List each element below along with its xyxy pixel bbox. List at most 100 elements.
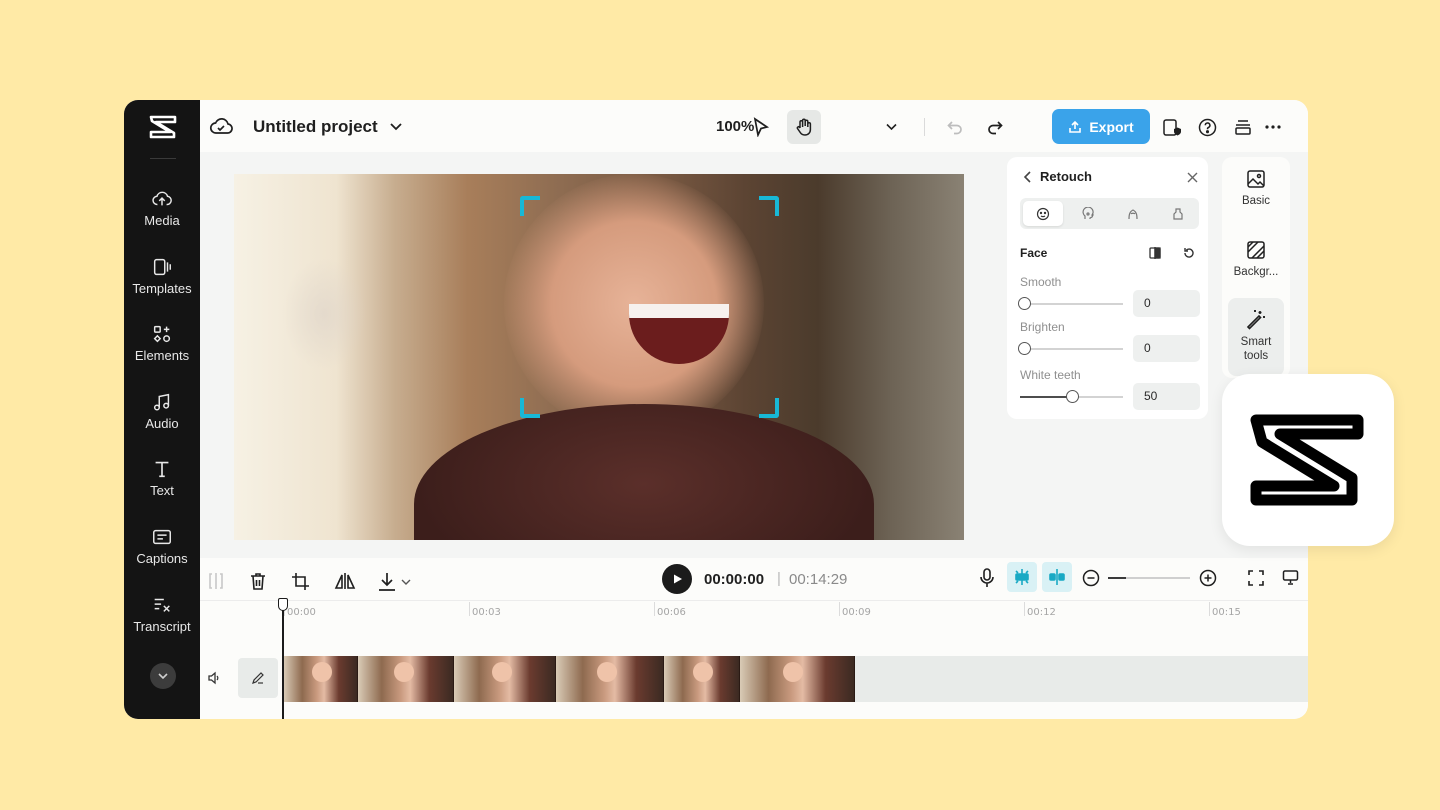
cursor-icon bbox=[753, 117, 770, 137]
ruler-tick bbox=[654, 602, 655, 616]
capcut-logo-card bbox=[1222, 374, 1394, 546]
compare-button[interactable] bbox=[1147, 245, 1163, 261]
music-note-icon bbox=[153, 393, 170, 411]
hand-tool-button[interactable] bbox=[787, 110, 821, 144]
tab-body[interactable] bbox=[1158, 201, 1198, 226]
fit-timeline-button[interactable] bbox=[1246, 568, 1266, 588]
zoom-in-icon bbox=[1199, 569, 1217, 587]
sidebar-item-label: Text bbox=[150, 483, 174, 498]
slider-fill bbox=[1020, 396, 1072, 398]
templates-icon bbox=[153, 258, 171, 276]
slider-knob[interactable] bbox=[1018, 342, 1031, 355]
sidebar-item-elements[interactable]: Elements bbox=[124, 323, 200, 379]
zoom-out-button[interactable] bbox=[1081, 568, 1101, 588]
microphone-icon bbox=[980, 568, 994, 587]
captions-icon bbox=[153, 529, 171, 545]
project-title[interactable]: Untitled project bbox=[253, 117, 378, 137]
sidebar-item-audio[interactable]: Audio bbox=[124, 391, 200, 447]
tool-smart-tools[interactable]: Smart tools bbox=[1228, 298, 1284, 376]
clip-thumbnail bbox=[664, 656, 740, 702]
playhead-handle[interactable] bbox=[278, 598, 288, 611]
brighten-label: Brighten bbox=[1020, 320, 1065, 334]
playhead[interactable] bbox=[282, 600, 284, 719]
cloud-icon bbox=[209, 118, 233, 134]
head-outline-icon bbox=[1128, 208, 1138, 219]
sidebar-item-text[interactable]: Text bbox=[124, 458, 200, 514]
slider-knob[interactable] bbox=[1018, 297, 1031, 310]
flip-button[interactable] bbox=[334, 571, 356, 591]
brighten-value[interactable]: 0 bbox=[1133, 335, 1200, 362]
tab-face[interactable] bbox=[1023, 201, 1063, 226]
tab-reshape[interactable] bbox=[1068, 201, 1108, 226]
snap-icon bbox=[1015, 569, 1029, 585]
timeline-zoom-slider[interactable] bbox=[1108, 577, 1190, 579]
clip-thumbnail bbox=[284, 656, 358, 702]
white-teeth-value[interactable]: 50 bbox=[1133, 383, 1200, 410]
capcut-logo-icon[interactable] bbox=[148, 114, 178, 140]
record-voice-button[interactable] bbox=[977, 567, 997, 589]
zoom-level[interactable]: 100% bbox=[716, 118, 754, 135]
export-button[interactable]: Export bbox=[1052, 109, 1150, 144]
smooth-value[interactable]: 0 bbox=[1133, 290, 1200, 317]
preview-sweater bbox=[414, 404, 874, 540]
auto-align-button[interactable] bbox=[1042, 562, 1072, 592]
sidebar-item-captions[interactable]: Captions bbox=[124, 526, 200, 582]
smooth-slider[interactable] bbox=[1018, 297, 1123, 310]
export-label: Export bbox=[1089, 118, 1134, 135]
sidebar-more-button[interactable] bbox=[150, 663, 176, 689]
zoom-menu-button[interactable] bbox=[884, 119, 898, 133]
face-focus-corner-bottom-left bbox=[520, 398, 540, 418]
tool-background[interactable]: Backgr... bbox=[1228, 240, 1284, 290]
download-button[interactable] bbox=[375, 571, 415, 593]
help-icon bbox=[1198, 118, 1216, 136]
edit-cover-button[interactable] bbox=[238, 658, 278, 698]
video-clip[interactable] bbox=[284, 656, 855, 702]
retouch-panel: Retouch Face Smooth 0 Brighten 0 White t… bbox=[1007, 157, 1208, 419]
redo-button[interactable] bbox=[984, 116, 1006, 138]
sidebar-item-label: Audio bbox=[145, 416, 179, 431]
face-focus-corner-top-left bbox=[520, 196, 540, 216]
delete-button[interactable] bbox=[248, 571, 268, 591]
white-teeth-slider[interactable] bbox=[1020, 390, 1123, 403]
help-button[interactable] bbox=[1196, 116, 1218, 138]
close-button[interactable] bbox=[1185, 170, 1199, 184]
cloud-sync-button[interactable] bbox=[209, 115, 233, 137]
layers-button[interactable] bbox=[1232, 116, 1254, 138]
play-icon bbox=[674, 574, 682, 584]
toolbar-divider bbox=[924, 118, 925, 136]
review-button[interactable] bbox=[1160, 116, 1182, 138]
sidebar-item-transcript[interactable]: Transcript bbox=[124, 594, 200, 650]
smooth-label: Smooth bbox=[1020, 275, 1062, 289]
tool-label: Basic bbox=[1241, 195, 1271, 207]
play-button[interactable] bbox=[662, 564, 692, 594]
split-button[interactable] bbox=[207, 572, 225, 590]
face-profile-icon bbox=[1082, 206, 1094, 219]
top-bar: Untitled project 100% Export bbox=[200, 100, 1308, 152]
sidebar-item-media[interactable]: Media bbox=[124, 188, 200, 244]
video-preview[interactable] bbox=[234, 174, 964, 540]
timeline-ruler bbox=[200, 600, 1308, 601]
ruler-tick-label: 00:12 bbox=[1027, 607, 1056, 618]
back-button[interactable] bbox=[1021, 170, 1035, 184]
sidebar-item-templates[interactable]: Templates bbox=[124, 256, 200, 312]
slider-knob[interactable] bbox=[1066, 390, 1079, 403]
undo-button[interactable] bbox=[944, 116, 966, 138]
fullscreen-icon bbox=[1248, 570, 1264, 586]
preview-mode-button[interactable] bbox=[1280, 567, 1300, 587]
tab-makeup[interactable] bbox=[1113, 201, 1153, 226]
magnet-snap-button[interactable] bbox=[1007, 562, 1037, 592]
reset-button[interactable] bbox=[1181, 245, 1197, 261]
more-button[interactable] bbox=[1262, 116, 1284, 138]
text-icon bbox=[155, 461, 169, 478]
crop-button[interactable] bbox=[290, 571, 310, 591]
zoom-out-icon bbox=[1082, 569, 1100, 587]
ruler-tick-label: 00:03 bbox=[472, 607, 501, 618]
sidebar-item-label: Captions bbox=[136, 551, 188, 566]
compare-icon bbox=[1149, 247, 1161, 259]
zoom-in-button[interactable] bbox=[1198, 568, 1218, 588]
track-audio-button[interactable] bbox=[206, 670, 222, 686]
project-menu-button[interactable] bbox=[388, 118, 404, 134]
tool-basic[interactable]: Basic bbox=[1228, 169, 1284, 219]
brighten-slider[interactable] bbox=[1018, 342, 1123, 355]
zoom-slider-fill bbox=[1108, 577, 1126, 579]
